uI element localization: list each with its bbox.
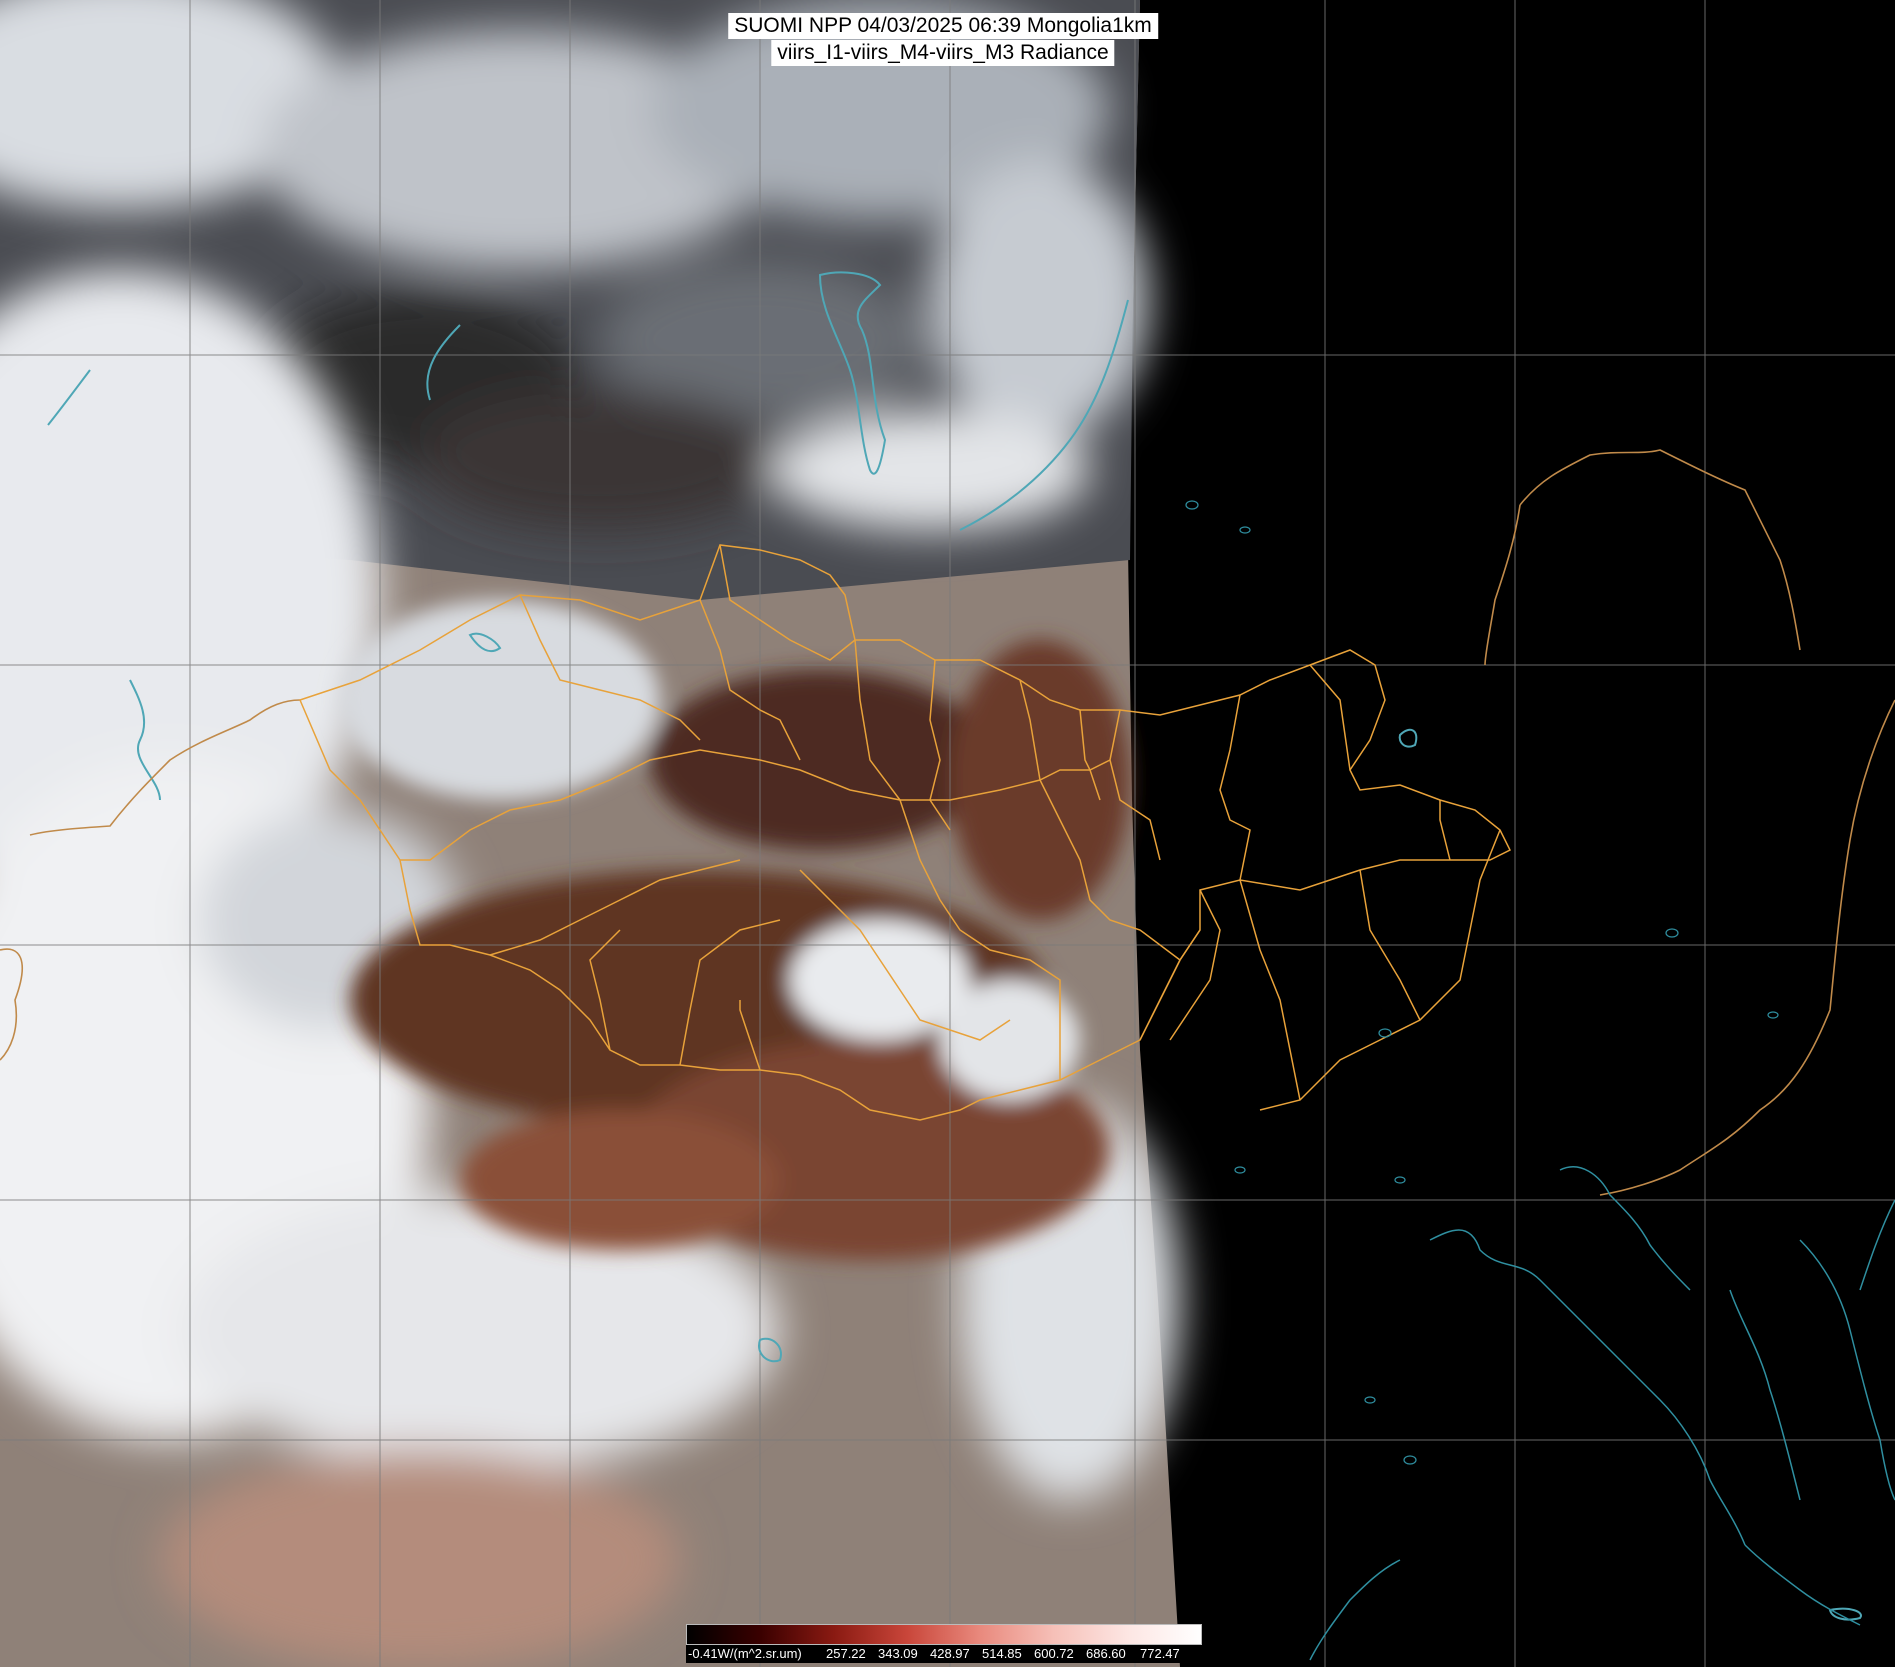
colorbar-label: 257.22 — [826, 1646, 866, 1661]
colorbar-gradient — [686, 1624, 1202, 1645]
colorbar-label: 428.97 — [930, 1646, 970, 1661]
imagery-swath — [0, 0, 1180, 1667]
colorbar-label: -0.41W/(m^2.sr.um) — [688, 1646, 802, 1661]
colorbar-label: 686.60 — [1086, 1646, 1126, 1661]
satellite-image — [0, 0, 1895, 1667]
colorbar-label: 600.72 — [1034, 1646, 1074, 1661]
map-title: SUOMI NPP 04/03/2025 06:39 Mongolia1km — [728, 13, 1158, 39]
colorbar-label: 772.47 — [1140, 1646, 1180, 1661]
colorbar-label: 343.09 — [878, 1646, 918, 1661]
colorbar-labels: -0.41W/(m^2.sr.um) 257.22 343.09 428.97 … — [686, 1645, 1202, 1663]
satellite-map: SUOMI NPP 04/03/2025 06:39 Mongolia1km v… — [0, 0, 1895, 1667]
colorbar-legend: -0.41W/(m^2.sr.um) 257.22 343.09 428.97 … — [686, 1624, 1202, 1664]
map-subtitle: viirs_I1-viirs_M4-viirs_M3 Radiance — [771, 40, 1115, 66]
colorbar-label: 514.85 — [982, 1646, 1022, 1661]
